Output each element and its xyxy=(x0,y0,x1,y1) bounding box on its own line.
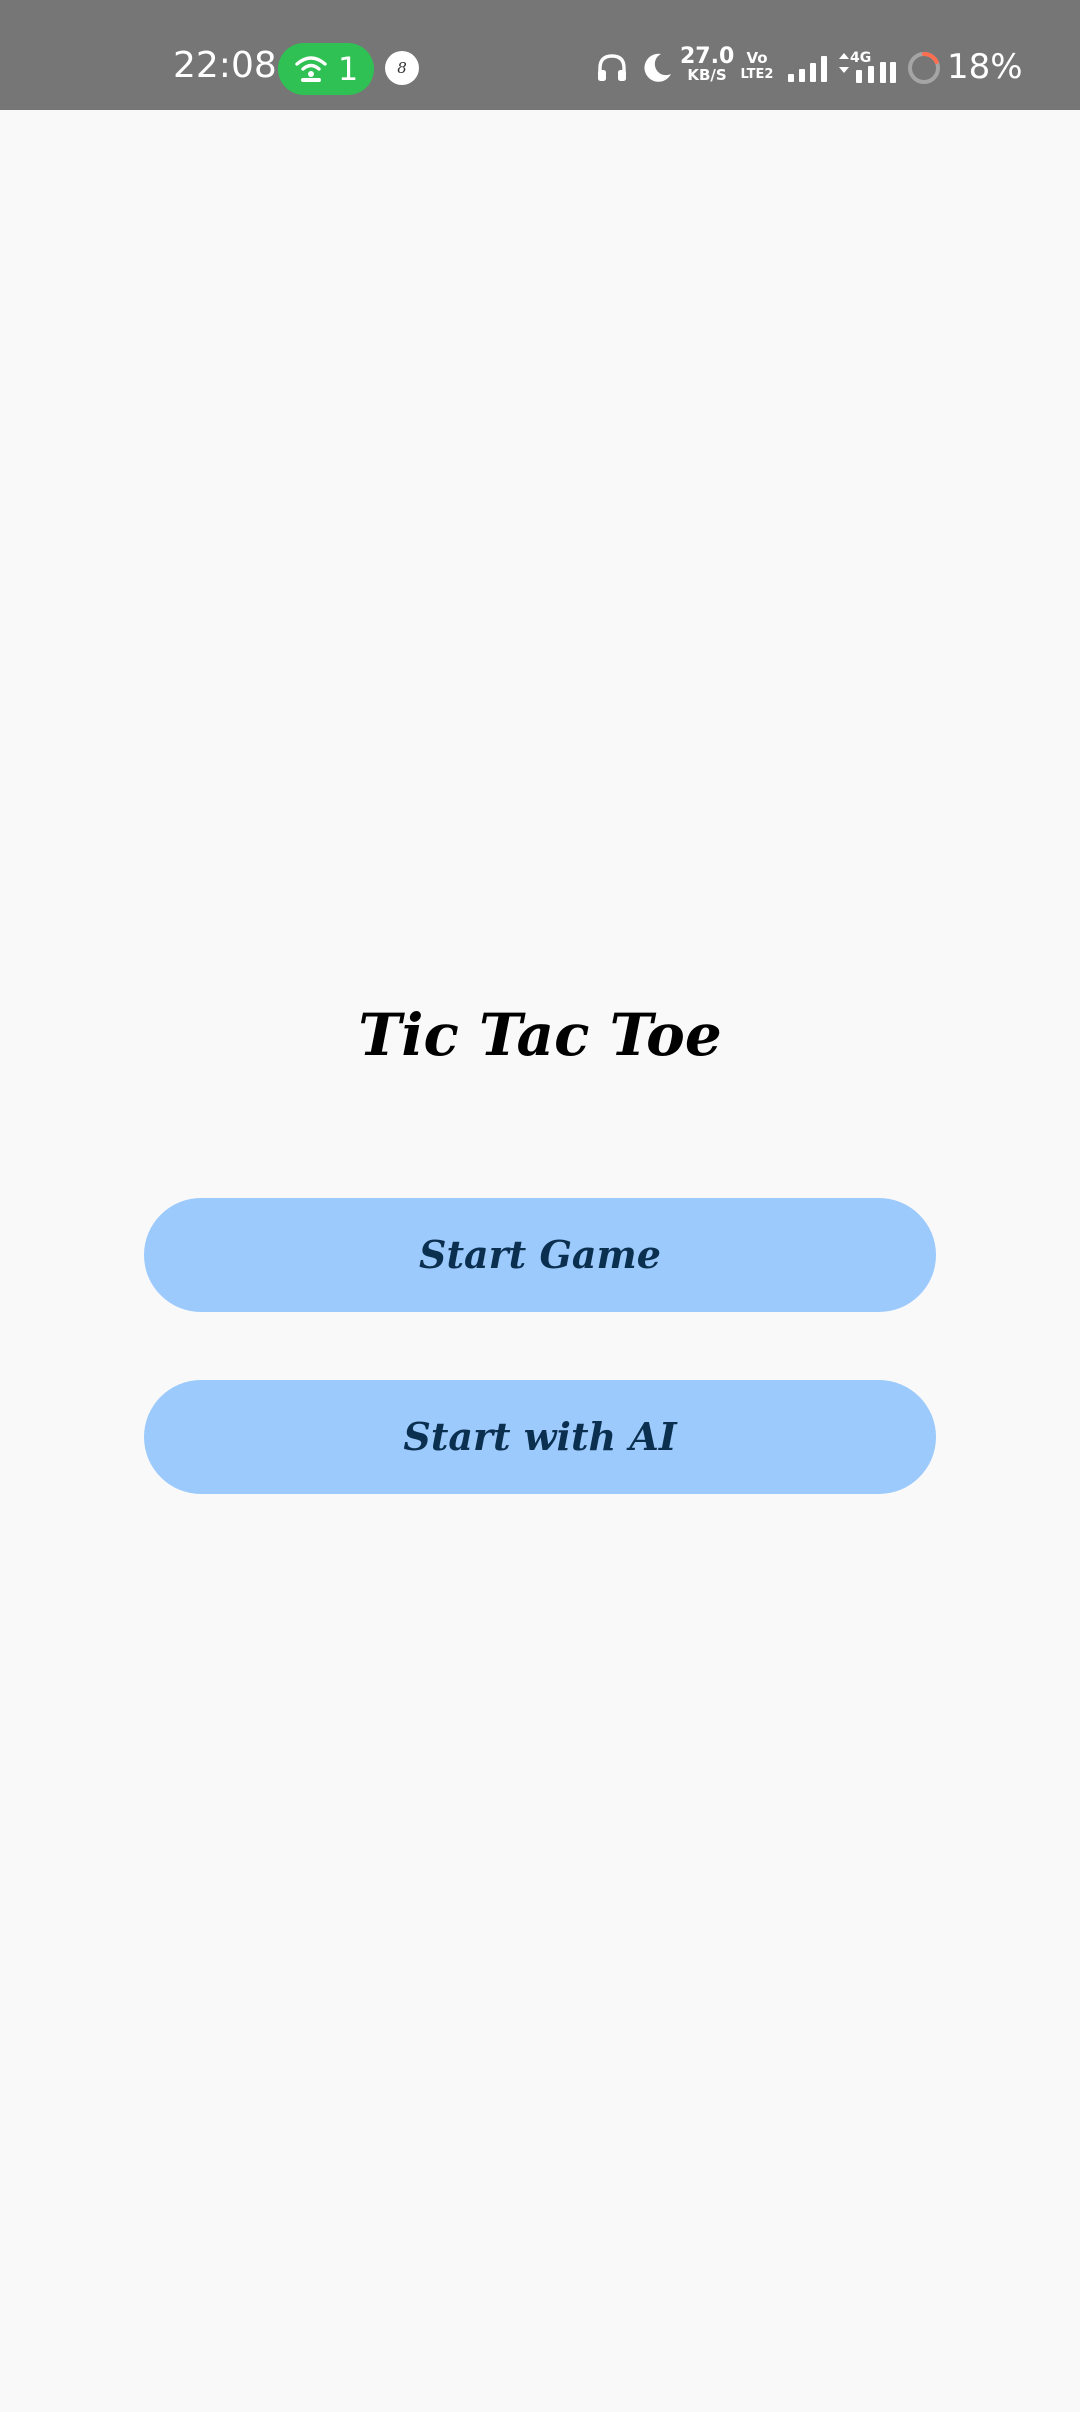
start-game-button[interactable]: Start Game xyxy=(144,1198,936,1312)
data-arrows-icon xyxy=(838,52,850,78)
network-speed-unit: KB/S xyxy=(687,66,727,84)
network-speed: 27.0 KB/S xyxy=(680,44,735,84)
signal-bars-sim2-icon xyxy=(852,62,898,88)
battery-ring-icon xyxy=(906,50,942,90)
status-bar: 22:08 1 8 27.0 KB/S Vo LTE2 4G 18% xyxy=(0,0,1080,110)
page-title: Tic Tac Toe xyxy=(358,1001,722,1069)
volte-label-bottom: LTE2 xyxy=(740,67,774,82)
volte-label-top: Vo xyxy=(746,49,768,67)
status-time: 22:08 xyxy=(173,45,277,86)
volte-indicator: Vo LTE2 xyxy=(739,49,775,83)
signal-bars-icon xyxy=(786,52,830,88)
hotspot-count: 1 xyxy=(337,50,359,88)
hotspot-indicator[interactable]: 1 xyxy=(278,43,374,95)
network-speed-value: 27.0 xyxy=(680,44,735,69)
headphones-icon xyxy=(595,51,629,89)
start-with-ai-button[interactable]: Start with AI xyxy=(144,1380,936,1494)
notification-badge: 8 xyxy=(385,51,419,85)
hotspot-icon xyxy=(294,54,328,84)
battery-percent: 18% xyxy=(947,47,1023,87)
do-not-disturb-moon-icon xyxy=(640,51,674,89)
